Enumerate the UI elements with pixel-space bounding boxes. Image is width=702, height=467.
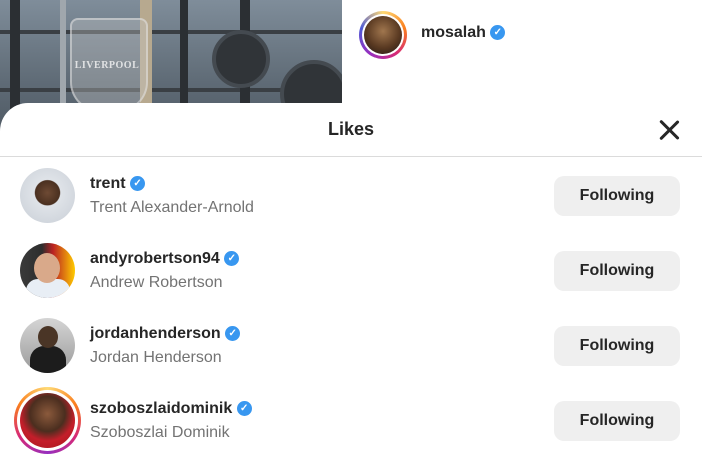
username-link[interactable]: jordanhenderson ✓	[90, 325, 241, 343]
verified-badge-icon: ✓	[225, 326, 241, 342]
like-row: szoboszlaidominik ✓ Szoboszlai Dominik F…	[0, 381, 702, 456]
avatar[interactable]	[20, 243, 75, 298]
username-link[interactable]: andyrobertson94 ✓	[90, 250, 240, 268]
username: szoboszlaidominik	[90, 400, 233, 417]
verified-badge-icon: ✓	[130, 176, 146, 192]
avatar[interactable]	[20, 318, 75, 373]
like-row: andyrobertson94 ✓ Andrew Robertson Follo…	[0, 231, 702, 306]
avatar[interactable]	[20, 393, 75, 448]
club-crest-text: LIVERPOOL	[74, 60, 140, 71]
modal-header: Likes	[0, 103, 702, 157]
full-name: Szoboszlai Dominik	[90, 424, 230, 441]
full-name: Andrew Robertson	[90, 274, 223, 291]
verified-badge-icon: ✓	[224, 251, 240, 267]
close-icon[interactable]	[654, 115, 684, 145]
following-button[interactable]: Following	[554, 251, 680, 291]
username: andyrobertson94	[90, 250, 220, 267]
post-avatar[interactable]	[359, 11, 407, 59]
full-name: Jordan Henderson	[90, 349, 222, 366]
username-link[interactable]: trent ✓	[90, 175, 146, 193]
likes-modal: Likes trent ✓ Trent Alexander-Arnold Fol…	[0, 103, 702, 467]
rack-bar	[0, 30, 342, 34]
post-username-link[interactable]: mosalah ✓	[421, 24, 506, 42]
avatar[interactable]	[20, 168, 75, 223]
modal-title: Likes	[327, 119, 375, 139]
verified-badge-icon: ✓	[490, 25, 506, 41]
verified-badge-icon: ✓	[236, 401, 252, 417]
username: jordanhenderson	[90, 325, 221, 342]
following-button[interactable]: Following	[554, 326, 680, 366]
username: trent	[90, 175, 126, 192]
weight-plate	[212, 30, 270, 88]
like-row: jordanhenderson ✓ Jordan Henderson Follo…	[0, 306, 702, 381]
following-button[interactable]: Following	[554, 401, 680, 441]
full-name: Trent Alexander-Arnold	[90, 199, 254, 216]
post-username: mosalah	[421, 24, 486, 41]
like-row: trent ✓ Trent Alexander-Arnold Following	[0, 156, 702, 231]
following-button[interactable]: Following	[554, 176, 680, 216]
username-link[interactable]: szoboszlaidominik ✓	[90, 400, 252, 418]
